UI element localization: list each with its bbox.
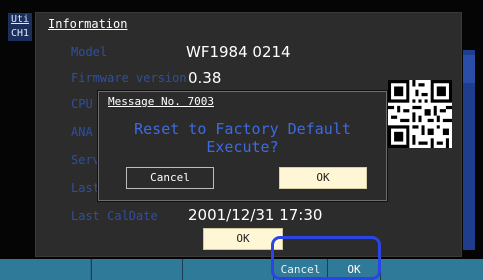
message-dialog: Message No. 7003 Reset to Factory Defaul…	[98, 91, 387, 201]
softkey-1[interactable]	[0, 259, 90, 280]
information-title: Information	[48, 17, 128, 31]
firmware-value: 0.38	[188, 69, 222, 87]
qr-code-icon	[388, 80, 452, 148]
dialog-message-line2: Execute?	[206, 138, 279, 156]
softkey-6[interactable]	[380, 259, 483, 280]
dialog-title: Message No. 7003	[108, 95, 214, 108]
dialog-ok-button[interactable]: OK	[279, 167, 367, 189]
softkey-bar: Cancel OK	[0, 259, 483, 280]
model-value: WF1984 0214	[186, 43, 291, 61]
model-label: Model	[71, 45, 108, 59]
firmware-label: Firmware version	[71, 71, 187, 85]
dialog-cancel-button[interactable]: Cancel	[126, 167, 214, 189]
softkey-3[interactable]	[182, 259, 273, 280]
dialog-message-line1: Reset to Factory Default	[134, 120, 351, 138]
softkey-highlight-ring	[271, 236, 381, 280]
softkey-2[interactable]	[91, 259, 182, 280]
serv-label: Serv	[71, 153, 100, 167]
channel-indicator: CH1	[8, 27, 32, 41]
last-caldate-value: 2001/12/31 17:30	[188, 206, 323, 224]
background-panel-strip-top	[463, 55, 475, 83]
last-label: Last	[71, 181, 100, 195]
last-caldate-label: Last CalDate	[71, 209, 158, 223]
ana-label: ANA	[71, 125, 93, 139]
cpu-label: CPU	[71, 97, 93, 111]
utility-tab[interactable]: Uti	[8, 13, 32, 27]
